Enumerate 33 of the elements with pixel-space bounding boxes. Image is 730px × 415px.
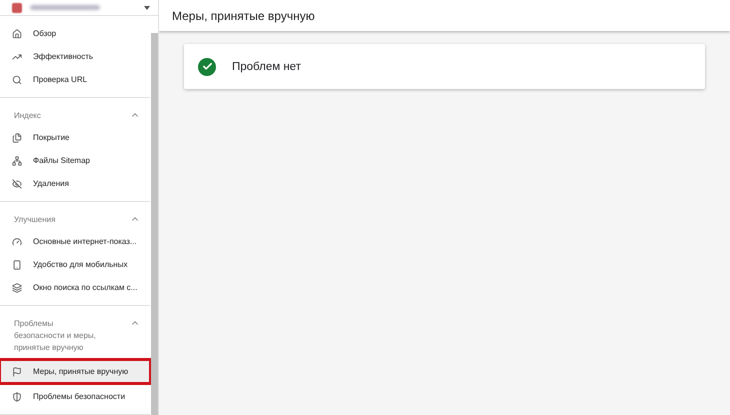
nav-item[interactable]: Удаления	[0, 172, 150, 195]
nav-item[interactable]: Проблемы безопасности	[0, 385, 150, 408]
page-title: Меры, принятые вручную	[172, 8, 315, 22]
status-message: Проблем нет	[232, 60, 301, 72]
caret-icon	[144, 6, 150, 10]
phone-icon	[12, 260, 22, 270]
home-icon	[12, 28, 22, 38]
nav-item[interactable]: Обзор	[0, 22, 150, 45]
section-title: Проблемы безопасности и меры, принятые вручную	[14, 318, 97, 354]
eye-off-icon	[12, 178, 22, 188]
site-favicon	[12, 2, 22, 12]
nav-item[interactable]: Основные интернет-показ...	[0, 230, 150, 253]
nav-item[interactable]: Файлы Sitemap	[0, 149, 150, 172]
blurred-site-address	[30, 5, 100, 10]
gauge-icon	[12, 236, 22, 246]
scrollbar[interactable]	[151, 33, 158, 415]
nav-item[interactable]: Проверка URL	[0, 68, 150, 91]
nav-item[interactable]: Окно поиска по ссылкам с...	[0, 276, 150, 299]
property-selector[interactable]	[0, 0, 158, 16]
check-circle-icon	[198, 58, 216, 76]
layers-icon	[12, 282, 22, 292]
nav-item[interactable]: Эффективность	[0, 45, 150, 68]
trend-icon	[12, 52, 22, 62]
section-title: Индекс	[14, 110, 42, 122]
section-title: Улучшения	[14, 214, 56, 226]
nav-item[interactable]: Покрытие	[0, 126, 150, 149]
nav-item[interactable]: Меры, принятые вручную	[0, 360, 150, 383]
flag-icon	[12, 366, 22, 376]
shield-icon	[12, 392, 22, 402]
documents-icon	[12, 132, 22, 142]
nav-item[interactable]: Удобство для мобильных	[0, 253, 150, 276]
sitemap-icon	[12, 156, 22, 166]
search-icon	[12, 74, 22, 84]
